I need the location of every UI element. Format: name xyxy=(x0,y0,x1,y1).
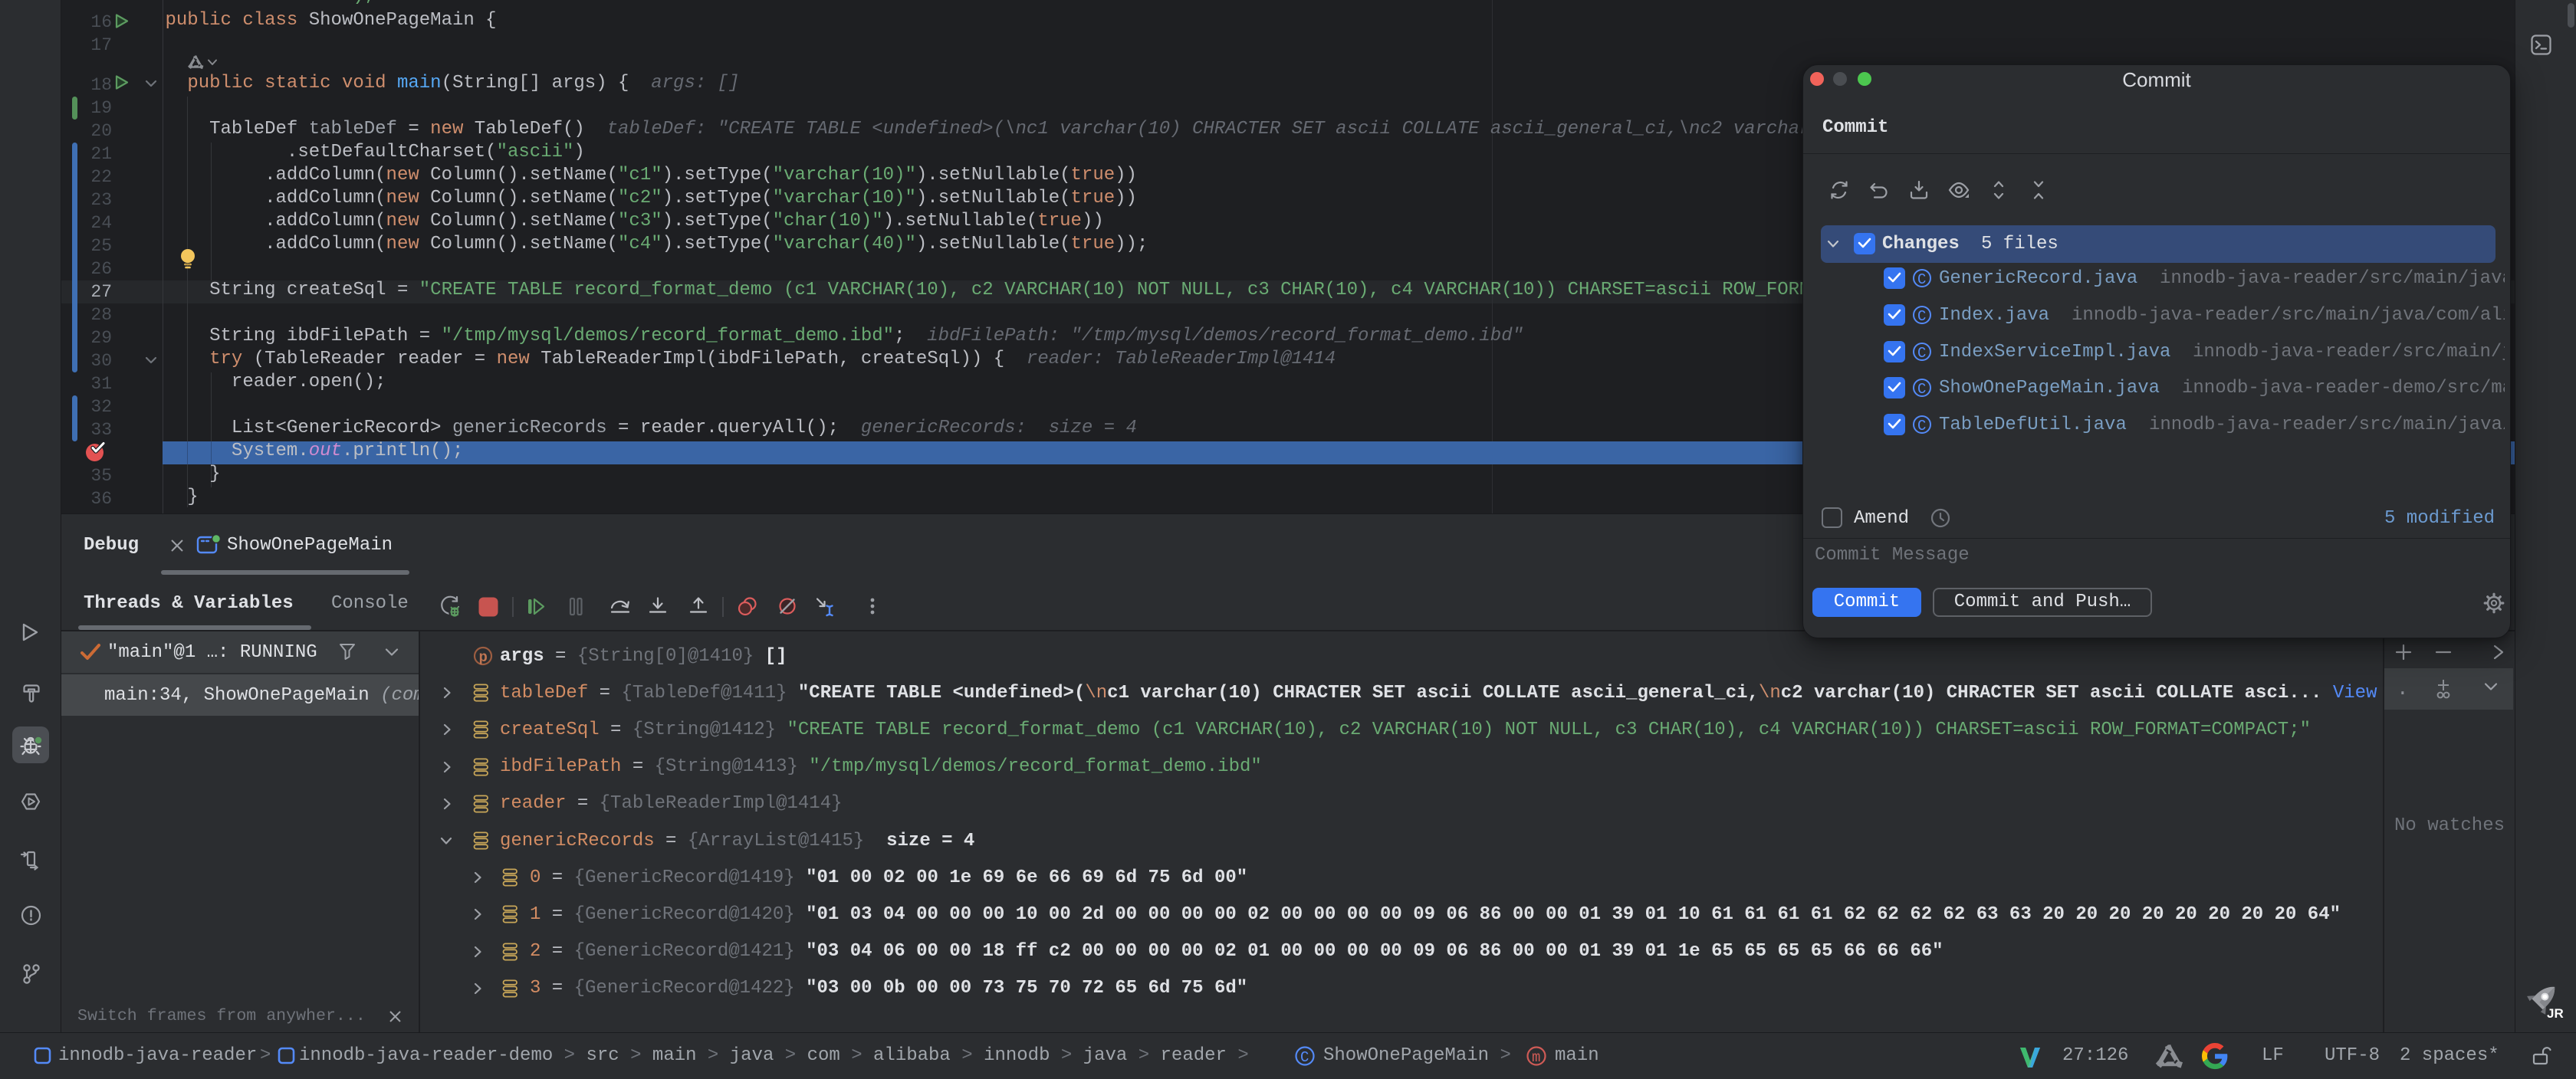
svg-text:C: C xyxy=(1300,1049,1309,1066)
svg-text:m: m xyxy=(1532,1049,1540,1066)
svg-text:C: C xyxy=(1917,345,1926,362)
svg-text:p: p xyxy=(479,649,488,666)
svg-text:JR: JR xyxy=(2547,1006,2564,1021)
svg-text:C: C xyxy=(1917,308,1926,325)
svg-text:C: C xyxy=(1917,418,1926,435)
svg-text:C: C xyxy=(1917,381,1926,398)
svg-text:C: C xyxy=(1917,271,1926,288)
